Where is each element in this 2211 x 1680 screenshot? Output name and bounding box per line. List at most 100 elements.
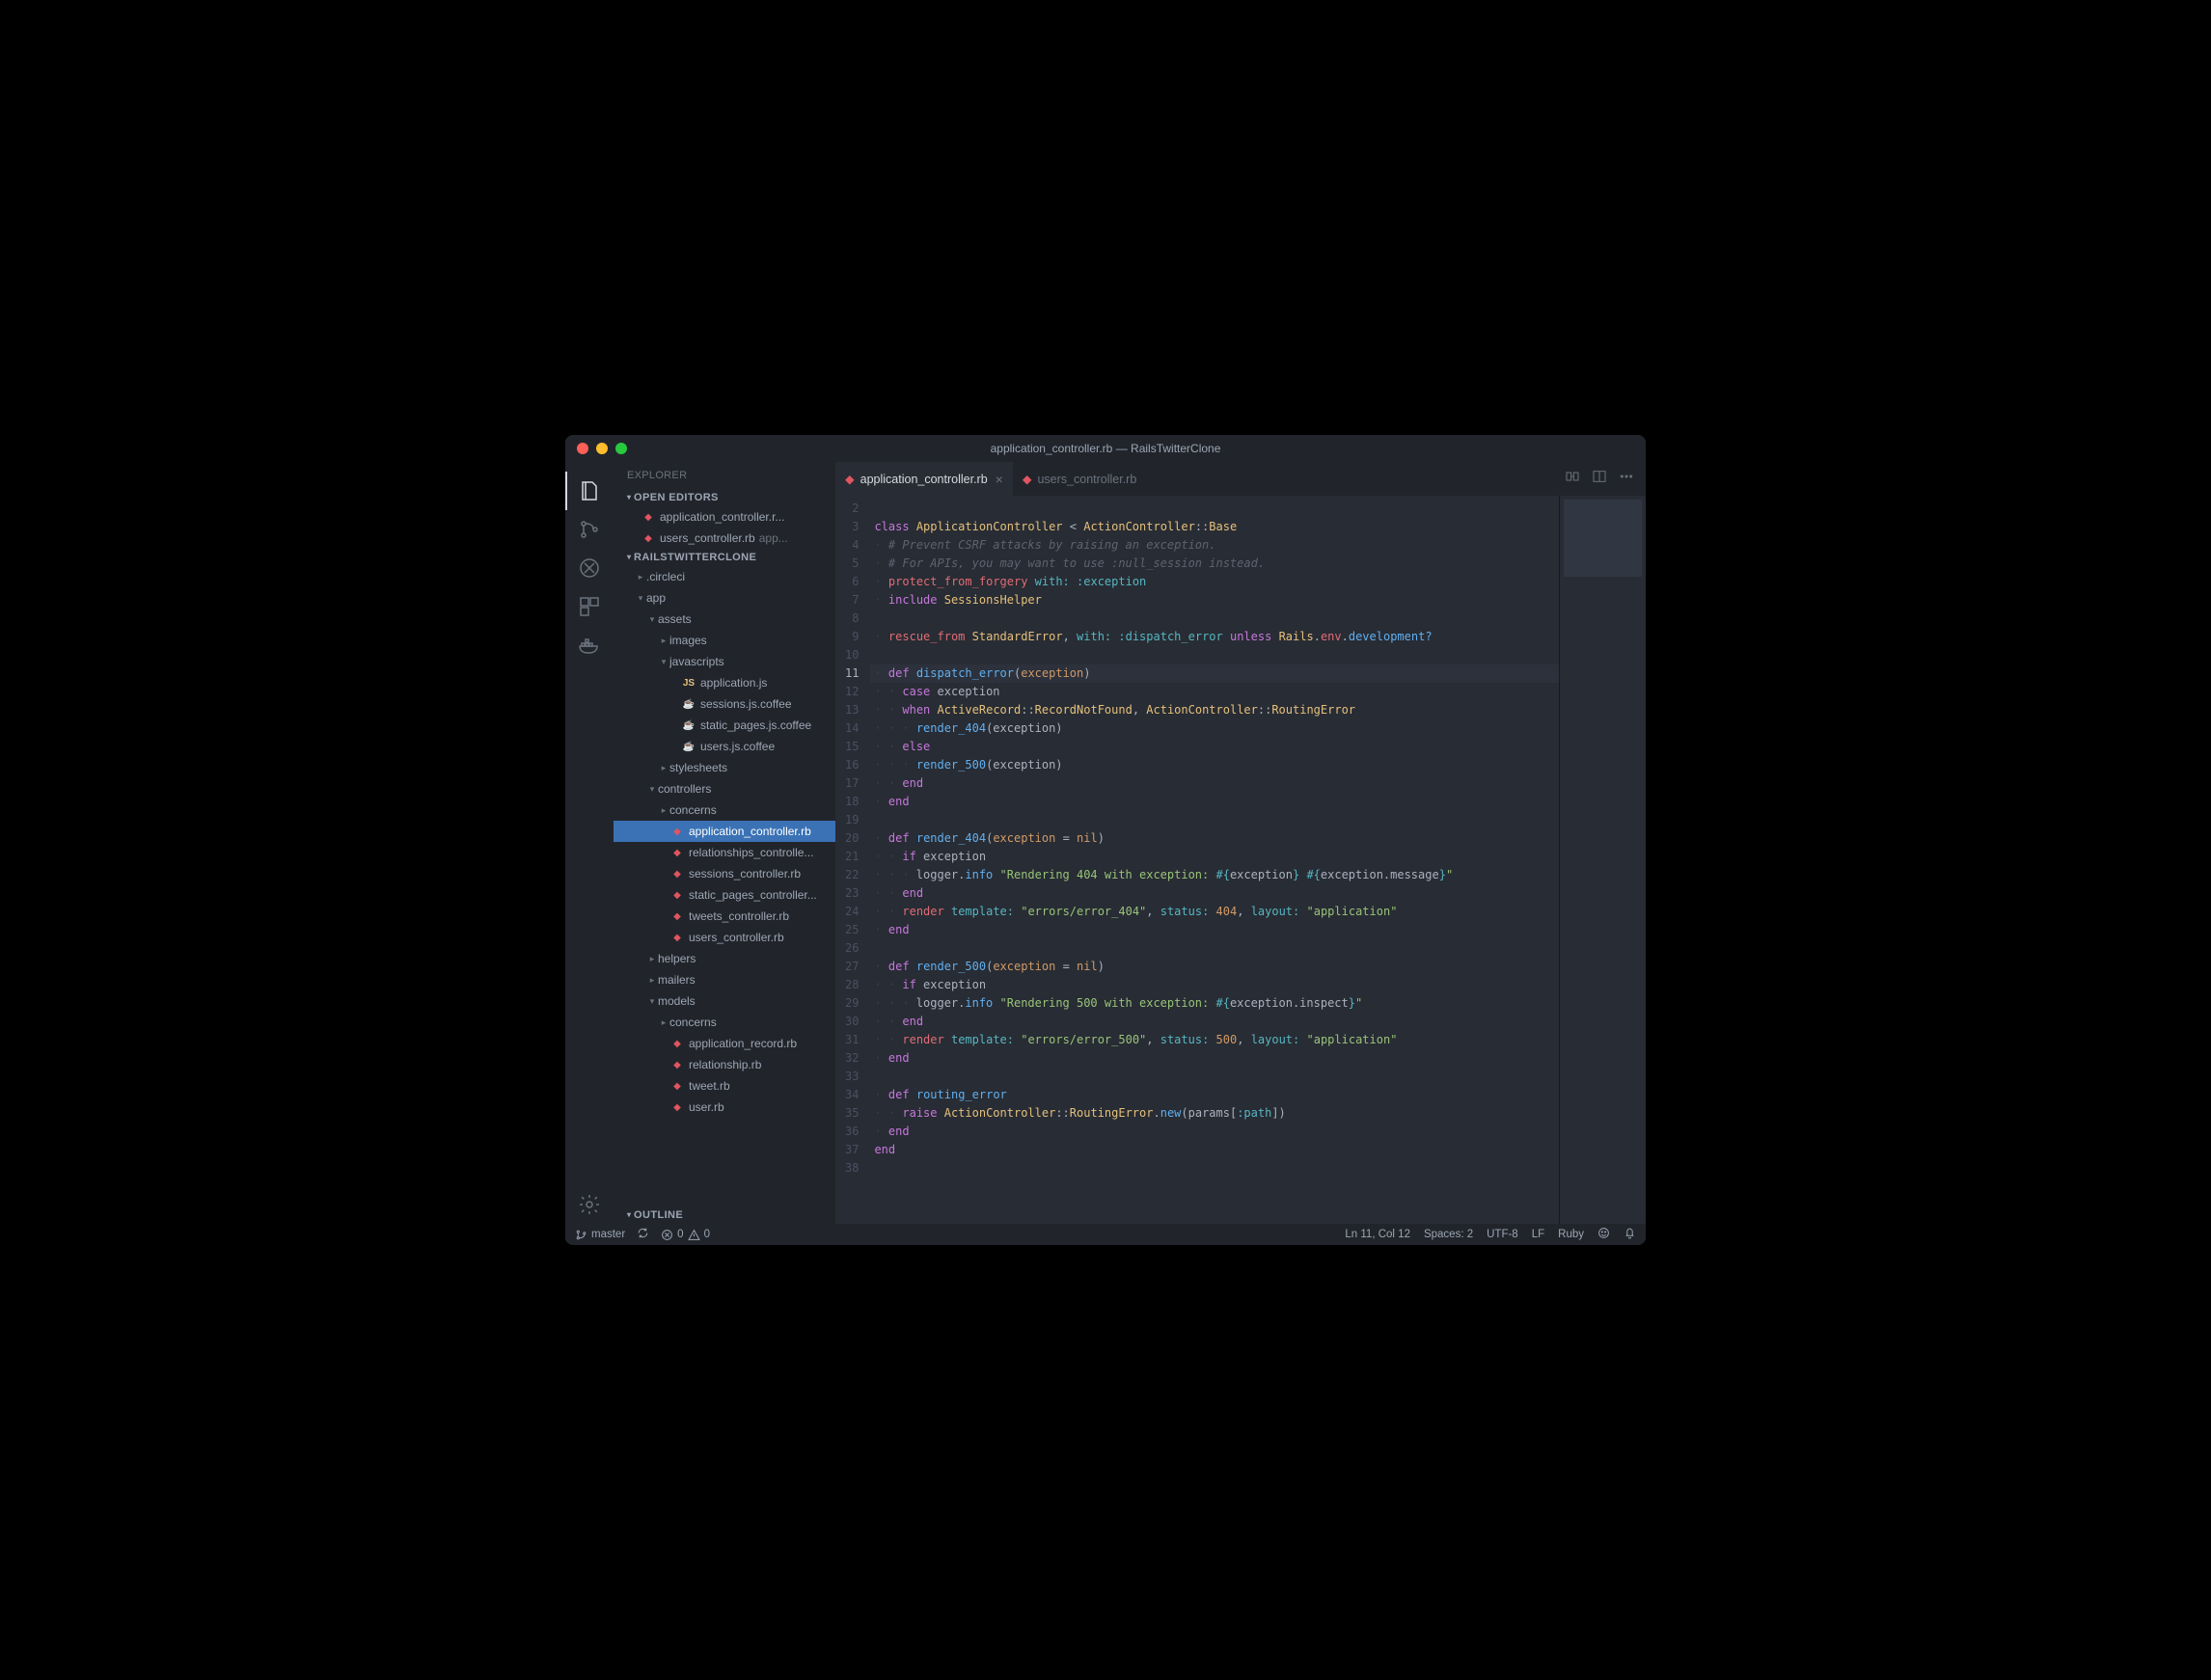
coffee-icon: ☕: [681, 739, 696, 754]
chevron-icon: ▾: [658, 657, 669, 667]
debug-icon[interactable]: [565, 549, 614, 587]
compare-icon[interactable]: [1565, 469, 1580, 489]
chevron-icon: ▾: [635, 593, 646, 604]
sidebar-title: EXPLORER: [614, 462, 835, 489]
section-open-editors[interactable]: OPEN EDITORS: [614, 489, 835, 506]
tree-file[interactable]: ◆application_controller.rb: [614, 821, 835, 842]
tree-folder[interactable]: ▾javascripts: [614, 651, 835, 672]
close-window-button[interactable]: [577, 443, 588, 454]
chevron-icon: ▾: [646, 996, 658, 1007]
extensions-icon[interactable]: [565, 587, 614, 626]
tree-folder[interactable]: ▾models: [614, 990, 835, 1012]
eol[interactable]: LF: [1532, 1229, 1544, 1240]
open-editor-item[interactable]: ◆application_controller.r...: [614, 506, 835, 528]
coffee-icon: ☕: [681, 696, 696, 712]
tab-bar: ◆application_controller.rb×◆users_contro…: [835, 462, 1646, 496]
tree-folder[interactable]: ▸stylesheets: [614, 757, 835, 778]
file-tree[interactable]: ▸.circleci▾app▾assets▸images▾javascripts…: [614, 566, 835, 1206]
chevron-icon: ▸: [646, 975, 658, 986]
section-project[interactable]: RAILSTWITTERCLONE: [614, 549, 835, 566]
window-title: application_controller.rb — RailsTwitter…: [565, 442, 1646, 455]
split-editor-icon[interactable]: [1592, 469, 1607, 489]
chevron-icon: ▸: [658, 805, 669, 816]
tree-folder[interactable]: ▸images: [614, 630, 835, 651]
chevron-icon: ▸: [658, 763, 669, 773]
tree-file[interactable]: ☕static_pages.js.coffee: [614, 715, 835, 736]
docker-icon[interactable]: [565, 626, 614, 664]
activity-bar: [565, 462, 614, 1224]
explorer-icon[interactable]: [565, 472, 614, 510]
ruby-icon: ◆: [641, 530, 656, 546]
editor-tab[interactable]: ◆application_controller.rb×: [835, 462, 1013, 496]
tree-file[interactable]: ◆tweets_controller.rb: [614, 906, 835, 927]
tree-folder[interactable]: ▾controllers: [614, 778, 835, 799]
chevron-icon: ▸: [658, 636, 669, 646]
language-mode[interactable]: Ruby: [1558, 1229, 1584, 1240]
status-bar: master 0 0 Ln 11, Col 12 Spaces: 2 UTF-8…: [565, 1224, 1646, 1245]
js-icon: JS: [681, 675, 696, 691]
tree-file[interactable]: ◆sessions_controller.rb: [614, 863, 835, 884]
tree-file[interactable]: ◆relationship.rb: [614, 1054, 835, 1075]
editor-tab[interactable]: ◆users_controller.rb: [1013, 462, 1146, 496]
sync-icon[interactable]: [637, 1227, 649, 1242]
ruby-icon: ◆: [669, 887, 685, 903]
chevron-icon: ▸: [646, 954, 658, 964]
tree-folder[interactable]: ▸mailers: [614, 969, 835, 990]
coffee-icon: ☕: [681, 718, 696, 733]
ruby-icon: ◆: [669, 1099, 685, 1115]
tree-file[interactable]: ☕users.js.coffee: [614, 736, 835, 757]
chevron-icon: ▸: [635, 572, 646, 583]
settings-gear-icon[interactable]: [565, 1185, 614, 1224]
more-actions-icon[interactable]: [1619, 469, 1634, 489]
maximize-window-button[interactable]: [615, 443, 627, 454]
tree-folder[interactable]: ▾app: [614, 587, 835, 609]
tree-folder[interactable]: ▸.circleci: [614, 566, 835, 587]
chevron-icon: ▾: [646, 614, 658, 625]
ruby-icon: ◆: [669, 1057, 685, 1072]
traffic-lights: [565, 443, 627, 454]
line-gutter[interactable]: 2345678910111213141516171819202122232425…: [835, 496, 870, 1224]
ruby-icon: ◆: [669, 866, 685, 881]
tree-file[interactable]: ◆relationships_controlle...: [614, 842, 835, 863]
ruby-icon: ◆: [669, 930, 685, 945]
ruby-icon: ◆: [669, 1078, 685, 1094]
chevron-icon: ▸: [658, 1017, 669, 1028]
ruby-icon: ◆: [1023, 472, 1032, 486]
code-editor[interactable]: class ApplicationController < ActionCont…: [870, 496, 1559, 1224]
ruby-icon: ◆: [641, 509, 656, 525]
tree-file[interactable]: ◆tweet.rb: [614, 1075, 835, 1097]
tree-file[interactable]: ◆static_pages_controller...: [614, 884, 835, 906]
section-outline[interactable]: OUTLINE: [614, 1206, 835, 1224]
chevron-icon: ▾: [646, 784, 658, 795]
git-branch[interactable]: master: [575, 1229, 625, 1241]
minimap[interactable]: [1559, 496, 1646, 1224]
tree-file[interactable]: ◆users_controller.rb: [614, 927, 835, 948]
encoding[interactable]: UTF-8: [1487, 1229, 1518, 1240]
tree-file[interactable]: ◆application_record.rb: [614, 1033, 835, 1054]
tree-folder[interactable]: ▸concerns: [614, 799, 835, 821]
cursor-position[interactable]: Ln 11, Col 12: [1345, 1229, 1410, 1240]
sidebar: EXPLORER OPEN EDITORS ◆application_contr…: [614, 462, 835, 1224]
editor-window: application_controller.rb — RailsTwitter…: [565, 435, 1646, 1245]
ruby-icon: ◆: [845, 472, 855, 486]
titlebar[interactable]: application_controller.rb — RailsTwitter…: [565, 435, 1646, 462]
source-control-icon[interactable]: [565, 510, 614, 549]
tree-folder[interactable]: ▸helpers: [614, 948, 835, 969]
ruby-icon: ◆: [669, 824, 685, 839]
ruby-icon: ◆: [669, 845, 685, 860]
ruby-icon: ◆: [669, 1036, 685, 1051]
tree-file[interactable]: JSapplication.js: [614, 672, 835, 693]
ruby-icon: ◆: [669, 908, 685, 924]
tree-file[interactable]: ◆user.rb: [614, 1097, 835, 1118]
tree-file[interactable]: ☕sessions.js.coffee: [614, 693, 835, 715]
notifications-icon[interactable]: [1624, 1227, 1636, 1242]
indentation[interactable]: Spaces: 2: [1424, 1229, 1473, 1240]
tree-folder[interactable]: ▾assets: [614, 609, 835, 630]
close-tab-icon[interactable]: ×: [996, 472, 1003, 487]
editor-main: ◆application_controller.rb×◆users_contro…: [835, 462, 1646, 1224]
feedback-icon[interactable]: [1597, 1227, 1610, 1242]
minimize-window-button[interactable]: [596, 443, 608, 454]
open-editor-item[interactable]: ◆users_controller.rbapp...: [614, 528, 835, 549]
problems[interactable]: 0 0: [661, 1229, 710, 1241]
tree-folder[interactable]: ▸concerns: [614, 1012, 835, 1033]
